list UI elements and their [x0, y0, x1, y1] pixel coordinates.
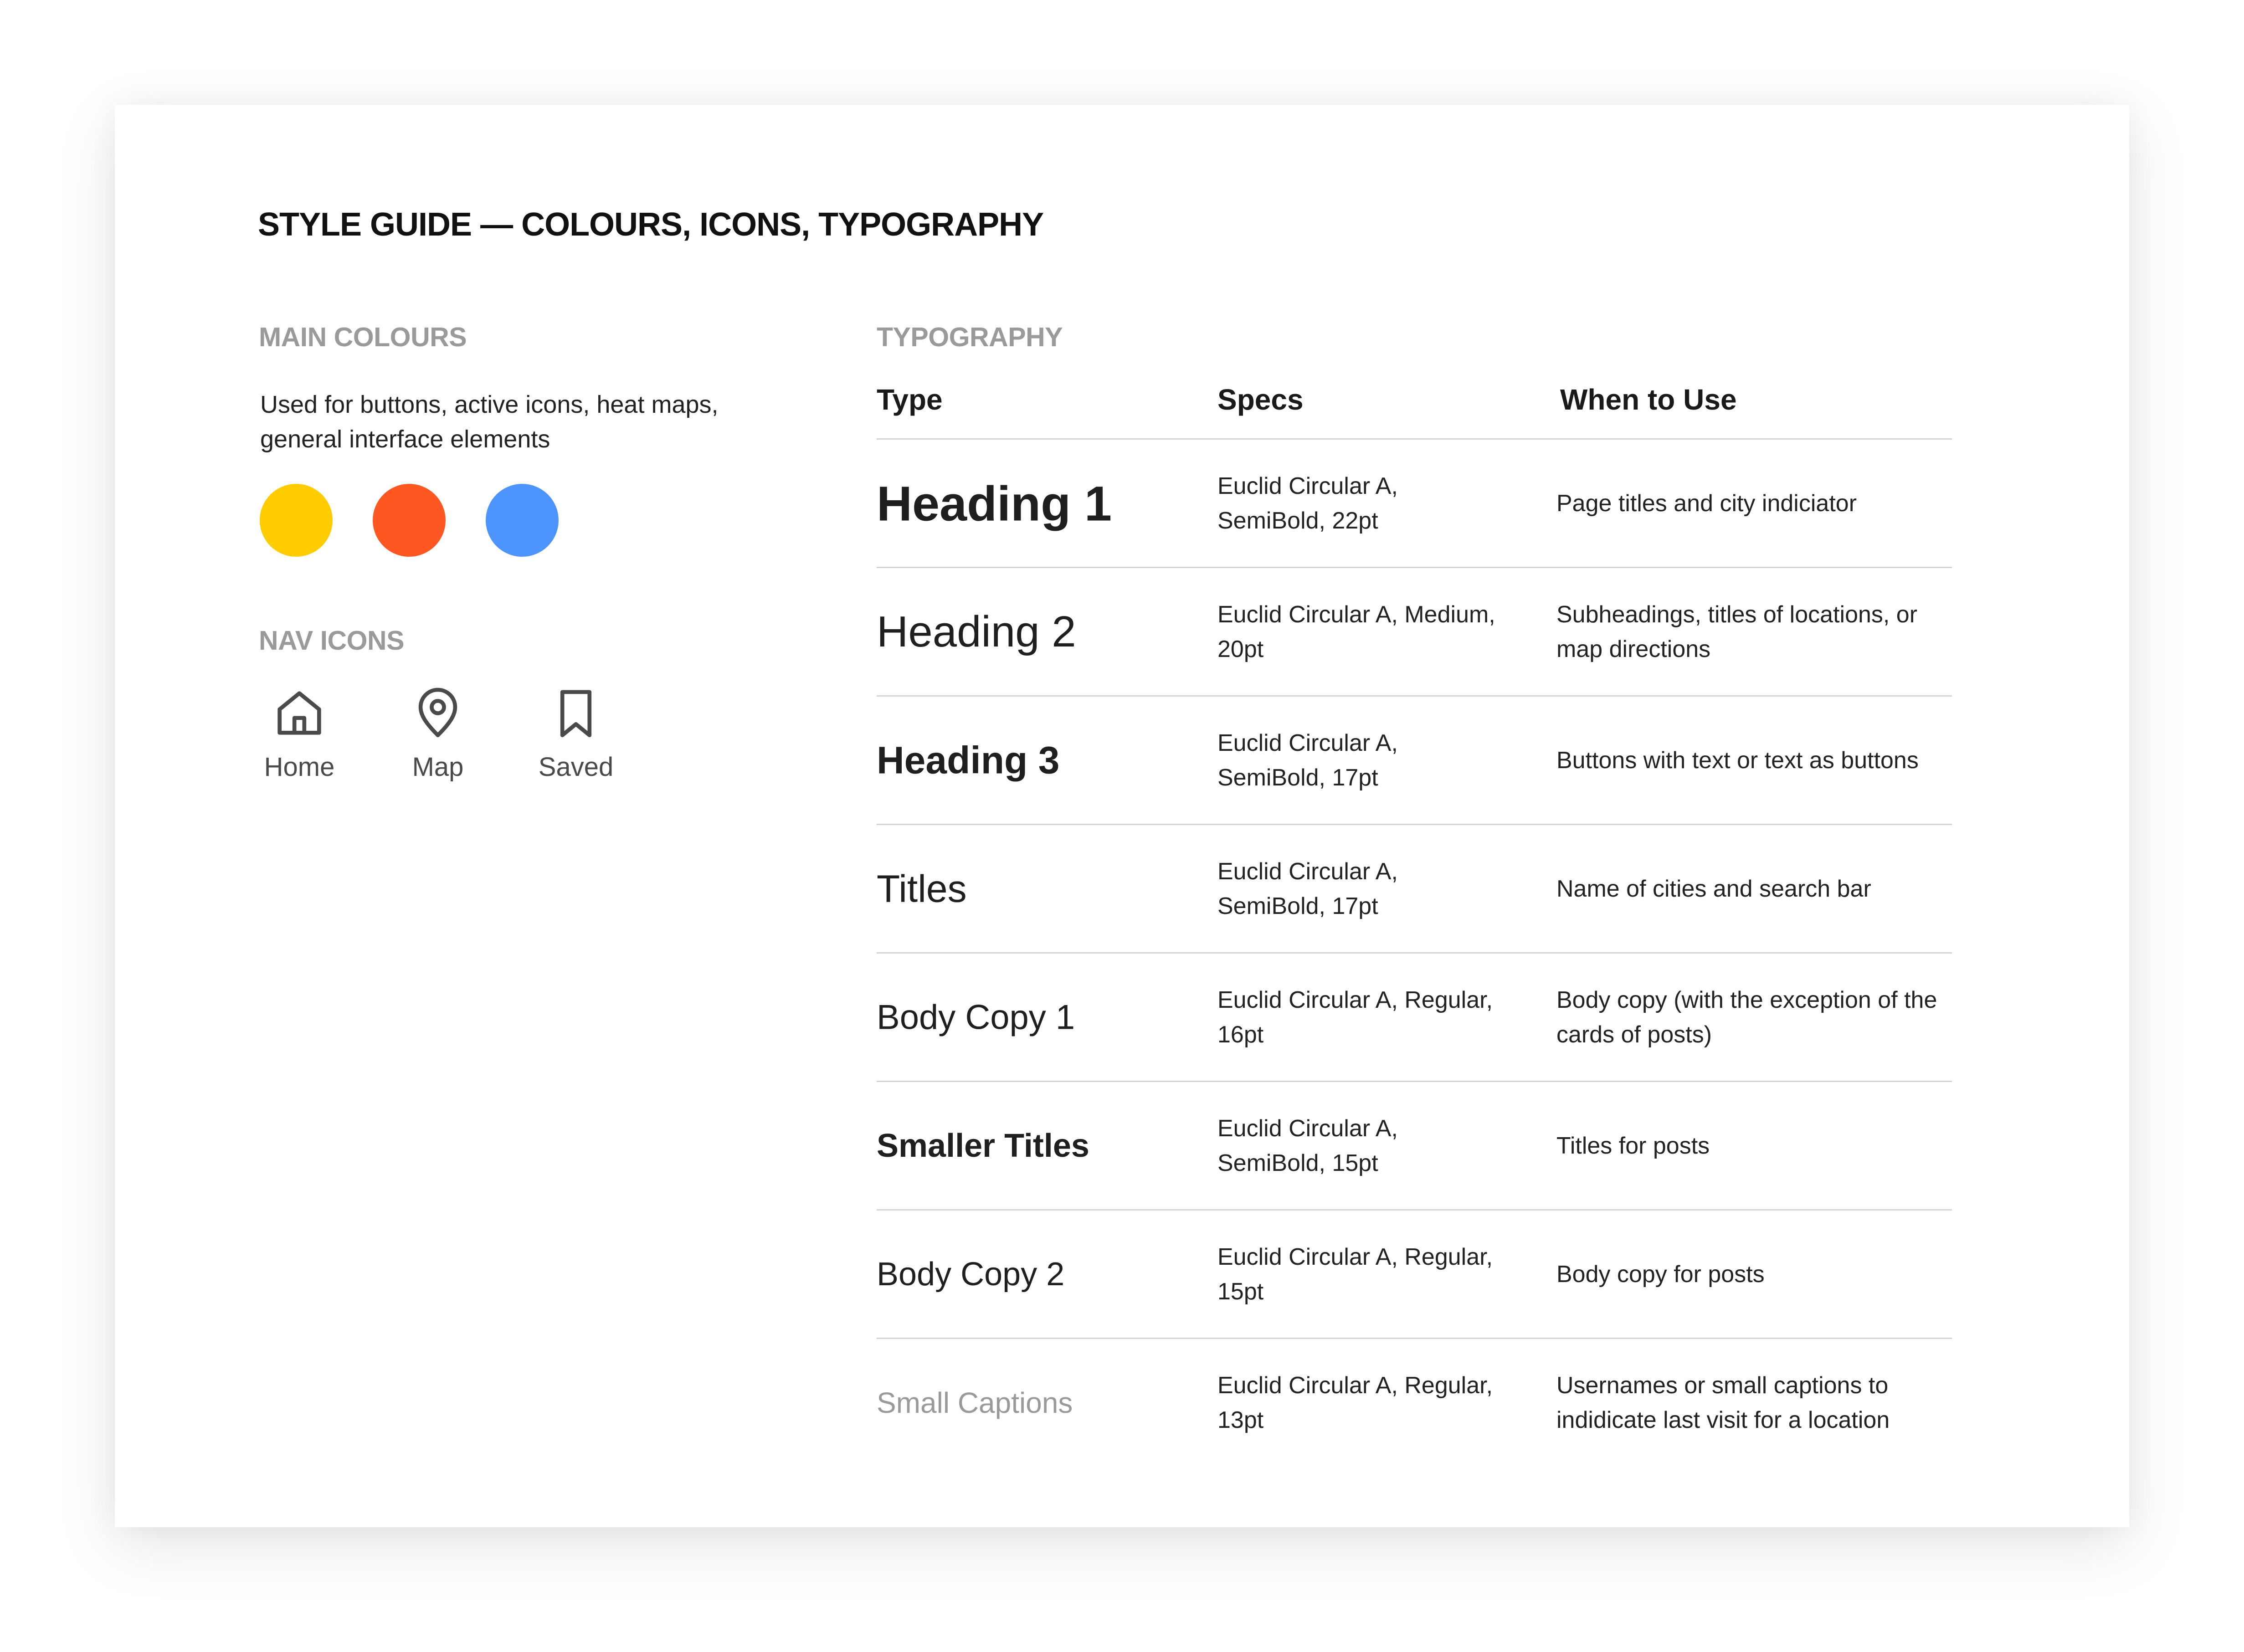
type-sample: Heading 1: [877, 476, 1112, 531]
type-usage: Page titles and city indiciator: [1556, 490, 1857, 517]
nav-item-saved: Saved: [521, 683, 631, 782]
type-specs: Euclid Circular A, SemiBold, 22pt: [1217, 472, 1398, 534]
column-header-when-to-use: When to Use: [1560, 383, 1737, 416]
table-row: Body Copy 2 Euclid Circular A, Regular, …: [877, 1211, 1952, 1339]
type-specs: Euclid Circular A, Regular, 15pt: [1217, 1243, 1493, 1305]
type-sample: Smaller Titles: [877, 1127, 1089, 1164]
table-row: Heading 3 Euclid Circular A, SemiBold, 1…: [877, 697, 1952, 825]
bookmark-icon: [560, 690, 592, 738]
type-sample: Titles: [877, 867, 967, 910]
colour-swatch-blue: [486, 484, 559, 557]
type-usage: Body copy for posts: [1556, 1261, 1765, 1288]
nav-icons-label: NAV ICONS: [259, 626, 404, 656]
main-colours-description: Used for buttons, active icons, heat map…: [260, 391, 719, 453]
table-row: Small Captions Euclid Circular A, Regula…: [877, 1339, 1952, 1466]
nav-label-saved: Saved: [538, 752, 614, 782]
table-row: Heading 1 Euclid Circular A, SemiBold, 2…: [877, 440, 1952, 568]
table-row: Titles Euclid Circular A, SemiBold, 17pt…: [877, 825, 1952, 954]
colour-swatch-orange: [373, 484, 446, 557]
colour-swatch-yellow: [260, 484, 333, 557]
type-usage: Titles for posts: [1556, 1132, 1710, 1159]
typography-label: TYPOGRAPHY: [877, 322, 1063, 352]
type-specs: Euclid Circular A, SemiBold, 17pt: [1217, 729, 1398, 791]
type-specs: Euclid Circular A, SemiBold, 15pt: [1217, 1115, 1398, 1176]
nav-item-home: Home: [245, 683, 354, 782]
table-row: Body Copy 1 Euclid Circular A, Regular, …: [877, 954, 1952, 1082]
column-header-type: Type: [877, 383, 943, 416]
type-usage: Usernames or small captions to indidicat…: [1556, 1372, 1890, 1433]
table-row: Smaller Titles Euclid Circular A, SemiBo…: [877, 1082, 1952, 1211]
type-sample: Heading 3: [877, 739, 1060, 781]
table-row: Heading 2 Euclid Circular A, Medium, 20p…: [877, 568, 1952, 697]
type-usage: Body copy (with the exception of the car…: [1556, 986, 1937, 1048]
type-sample: Body Copy 2: [877, 1256, 1065, 1293]
home-icon: [277, 691, 321, 735]
type-sample: Heading 2: [877, 607, 1076, 656]
type-usage: Name of cities and search bar: [1556, 875, 1871, 902]
main-colours-label: MAIN COLOURS: [259, 322, 467, 352]
type-usage: Subheadings, titles of locations, or map…: [1556, 601, 1918, 662]
style-guide-card: STYLE GUIDE — COLOURS, ICONS, TYPOGRAPHY…: [115, 105, 2129, 1527]
type-sample: Small Captions: [877, 1386, 1073, 1419]
nav-label-home: Home: [264, 752, 335, 782]
column-header-specs: Specs: [1217, 383, 1304, 416]
type-specs: Euclid Circular A, Regular, 16pt: [1217, 986, 1493, 1048]
type-specs: Euclid Circular A, Regular, 13pt: [1217, 1372, 1493, 1433]
nav-item-map: Map: [383, 683, 493, 782]
type-sample: Body Copy 1: [877, 998, 1075, 1036]
page-title: STYLE GUIDE — COLOURS, ICONS, TYPOGRAPHY: [258, 206, 1044, 243]
type-specs: Euclid Circular A, Medium, 20pt: [1217, 601, 1495, 662]
nav-label-map: Map: [412, 752, 464, 782]
type-specs: Euclid Circular A, SemiBold, 17pt: [1217, 858, 1398, 919]
typography-table: Type Specs When to Use Heading 1 Euclid …: [877, 383, 1952, 1466]
type-usage: Buttons with text or text as buttons: [1556, 747, 1919, 774]
typography-table-header: Type Specs When to Use: [877, 383, 1952, 440]
map-pin-icon: [418, 687, 457, 738]
